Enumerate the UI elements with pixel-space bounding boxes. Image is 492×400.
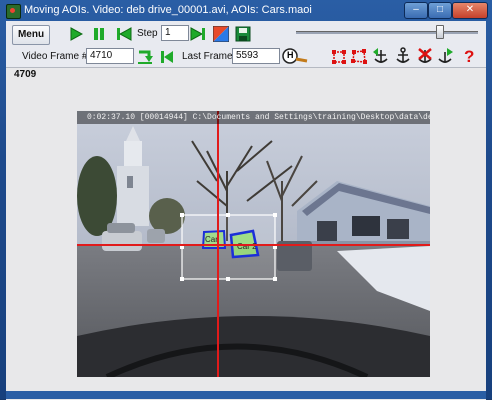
video-frame-field[interactable]: 4710: [86, 48, 134, 64]
step-forward-icon[interactable]: [189, 25, 207, 43]
video-frame-label: Video Frame #: [22, 51, 88, 62]
step-label: Step: [137, 28, 158, 39]
delete-anchor-icon[interactable]: [416, 47, 434, 65]
maximize-button[interactable]: □: [428, 2, 452, 19]
frame-counter: 4709: [14, 69, 37, 80]
rectangle-aoi-icon[interactable]: [330, 48, 348, 66]
step-field[interactable]: 1: [161, 25, 189, 41]
first-frame-icon[interactable]: [158, 48, 176, 66]
play-icon[interactable]: [67, 25, 85, 43]
close-button[interactable]: ✕: [452, 2, 488, 19]
menu-button[interactable]: Menu: [12, 25, 50, 45]
svg-text:?: ?: [464, 47, 474, 65]
step-back-icon[interactable]: [115, 25, 133, 43]
minimize-button[interactable]: –: [404, 2, 428, 19]
aoi-label-car-1: Car: [205, 235, 218, 244]
last-frame-label: Last Frame: [182, 51, 233, 62]
app-icon: [6, 4, 21, 19]
color-picker-icon[interactable]: [212, 25, 230, 43]
add-anchor-icon[interactable]: [372, 47, 390, 65]
aoi-label-car-2: Car 2: [237, 242, 257, 251]
h-tool-badge: H: [287, 50, 294, 60]
pause-icon[interactable]: [90, 25, 108, 43]
anchor-icon[interactable]: [394, 47, 412, 65]
toolbar: Menu Step 1 Video Frame # 4710 Last Fram…: [6, 21, 486, 67]
h-tool-icon[interactable]: H: [282, 47, 308, 65]
save-icon[interactable]: [234, 25, 252, 43]
video-timestamp-overlay: 0:02:37.10 [00014944] C:\Documents and S…: [77, 111, 430, 124]
video-frame[interactable]: Car Car 2 0:02:37.10 [00014944] C:\Docum…: [77, 111, 430, 377]
polygon-aoi-icon[interactable]: [350, 48, 368, 66]
video-scene: Car Car 2: [77, 111, 430, 377]
slider-thumb[interactable]: [436, 25, 444, 39]
window-title: Moving AOIs. Video: deb drive_00001.avi,…: [24, 4, 312, 16]
help-icon[interactable]: ?: [460, 47, 478, 65]
playback-slider[interactable]: [296, 31, 478, 34]
bottom-border: [6, 391, 486, 399]
selection-box[interactable]: [180, 213, 277, 281]
go-to-frame-icon[interactable]: [136, 48, 154, 66]
app-window: Moving AOIs. Video: deb drive_00001.avi,…: [0, 0, 492, 400]
title-bar: Moving AOIs. Video: deb drive_00001.avi,…: [0, 0, 492, 21]
next-anchor-icon[interactable]: [436, 47, 454, 65]
last-frame-field[interactable]: 5593: [232, 48, 280, 64]
